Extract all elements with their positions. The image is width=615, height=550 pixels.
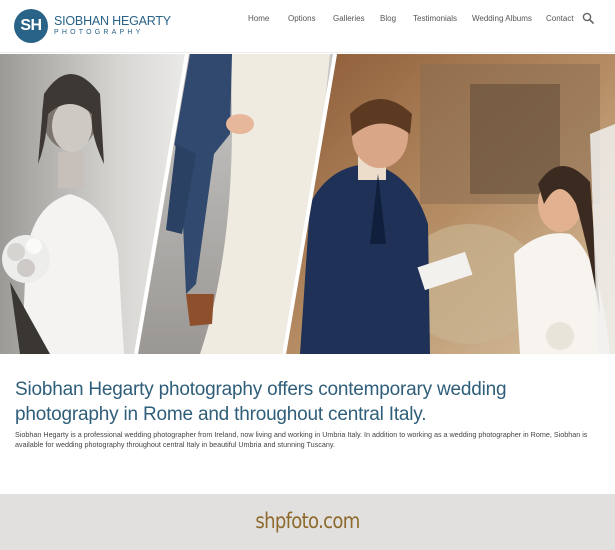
- groom-and-bride-crying-photo: [286, 54, 615, 354]
- search-icon[interactable]: [582, 12, 594, 24]
- nav-item-testimonials[interactable]: Testimonials: [413, 14, 457, 23]
- intro-paragraph: Siobhan Hegarty is a professional weddin…: [15, 430, 588, 450]
- site-header: SH SIOBHAN HEGARTY PHOTOGRAPHY Home Opti…: [0, 0, 615, 53]
- nav-item-wedding-albums[interactable]: Wedding Albums: [472, 14, 532, 23]
- footer-banner: shpfoto.com: [0, 494, 615, 550]
- nav-item-options[interactable]: Options: [288, 14, 316, 23]
- nav-item-home[interactable]: Home: [248, 14, 269, 23]
- hero-banner: [0, 54, 615, 354]
- site-domain: shpfoto.com: [255, 509, 360, 533]
- nav-item-blog[interactable]: Blog: [380, 14, 396, 23]
- logo-subtitle: PHOTOGRAPHY: [54, 29, 144, 36]
- logo-name[interactable]: SIOBHAN HEGARTY: [54, 15, 171, 28]
- nav-item-contact[interactable]: Contact: [546, 14, 574, 23]
- page-headline: Siobhan Hegarty photography offers conte…: [15, 379, 507, 425]
- logo-mark[interactable]: SH: [14, 9, 48, 43]
- intro-section: Siobhan Hegarty photography offers conte…: [0, 354, 615, 494]
- nav-item-galleries[interactable]: Galleries: [333, 14, 365, 23]
